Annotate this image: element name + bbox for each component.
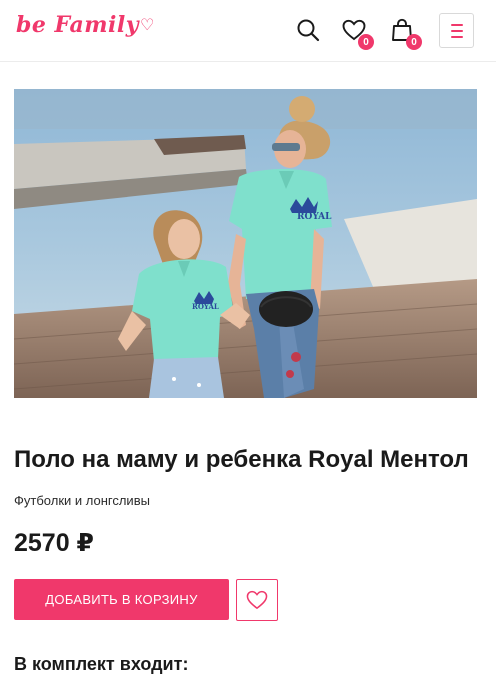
menu-icon	[450, 23, 463, 26]
add-to-cart-button[interactable]: ДОБАВИТЬ В КОРЗИНУ	[14, 579, 229, 620]
add-to-favorites-button[interactable]	[236, 579, 278, 621]
search-icon	[297, 19, 320, 42]
wishlist-count-badge: 0	[358, 34, 374, 50]
menu-button[interactable]	[439, 13, 474, 48]
product-category-link[interactable]: Футболки и лонгсливы	[14, 493, 150, 508]
logo-heart-icon: ♡	[140, 15, 155, 34]
site-header: be Family♡ 0 0	[0, 0, 496, 62]
svg-text:ROYAL: ROYAL	[297, 212, 332, 222]
product-price: 2570 ₽	[14, 529, 94, 557]
heart-icon	[246, 590, 268, 610]
cart-button[interactable]: 0	[388, 16, 422, 50]
site-logo[interactable]: be Family♡	[16, 12, 155, 38]
product-title: Поло на маму и ребенка Royal Ментол	[14, 446, 469, 473]
kit-contents-heading: В комплект входит:	[14, 654, 189, 674]
product-photo[interactable]: ROYAL ROYAL	[14, 89, 477, 398]
product-photo-illustration: ROYAL ROYAL	[14, 89, 477, 398]
wishlist-button[interactable]: 0	[340, 16, 374, 50]
search-button[interactable]	[294, 16, 322, 44]
logo-text: be Family	[16, 12, 139, 38]
cart-count-badge: 0	[406, 34, 422, 50]
